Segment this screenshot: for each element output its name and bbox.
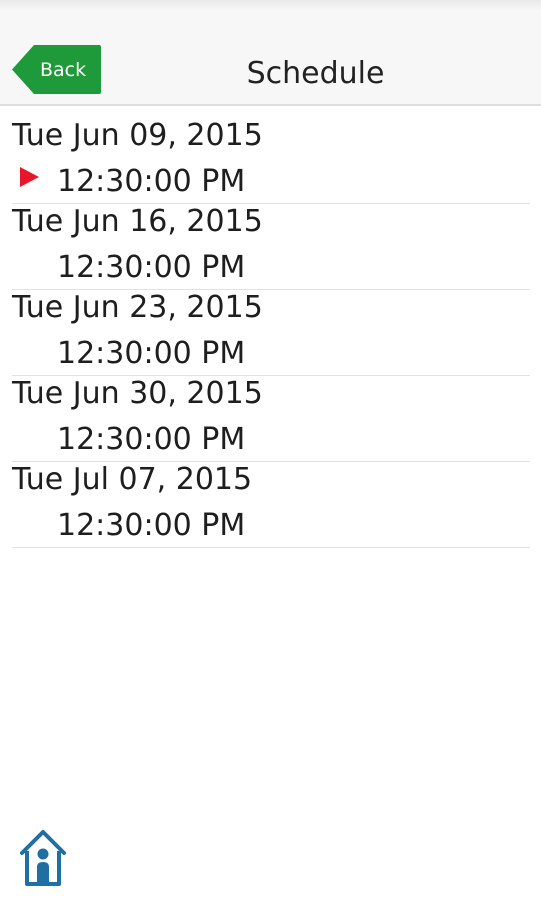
schedule-time: 12:30:00 PM xyxy=(57,508,246,543)
schedule-date: Tue Jun 09, 2015 xyxy=(12,118,263,153)
current-marker-icon xyxy=(20,167,39,187)
home-button[interactable] xyxy=(18,827,68,887)
home-icon xyxy=(20,830,66,886)
schedule-row[interactable]: Tue Jul 07, 2015 12:30:00 PM xyxy=(12,462,530,548)
schedule-time: 12:30:00 PM xyxy=(57,250,246,285)
schedule-list: Tue Jun 09, 2015 12:30:00 PM Tue Jun 16,… xyxy=(12,118,530,548)
schedule-date: Tue Jun 30, 2015 xyxy=(12,376,263,411)
schedule-time: 12:30:00 PM xyxy=(57,336,246,371)
header-bar: Back Schedule xyxy=(0,10,541,106)
status-bar-shade xyxy=(0,0,541,10)
schedule-date: Tue Jun 23, 2015 xyxy=(12,290,263,325)
schedule-screen: Back Schedule Tue Jun 09, 2015 12:30:00 … xyxy=(0,0,541,900)
schedule-time: 12:30:00 PM xyxy=(57,422,246,457)
schedule-row[interactable]: Tue Jun 09, 2015 12:30:00 PM xyxy=(12,118,530,204)
schedule-date: Tue Jun 16, 2015 xyxy=(12,204,263,239)
schedule-time: 12:30:00 PM xyxy=(57,164,246,199)
page-title: Schedule xyxy=(246,56,385,91)
schedule-row[interactable]: Tue Jun 23, 2015 12:30:00 PM xyxy=(12,290,530,376)
schedule-row[interactable]: Tue Jun 16, 2015 12:30:00 PM xyxy=(12,204,530,290)
schedule-row[interactable]: Tue Jun 30, 2015 12:30:00 PM xyxy=(12,376,530,462)
schedule-date: Tue Jul 07, 2015 xyxy=(12,462,253,497)
